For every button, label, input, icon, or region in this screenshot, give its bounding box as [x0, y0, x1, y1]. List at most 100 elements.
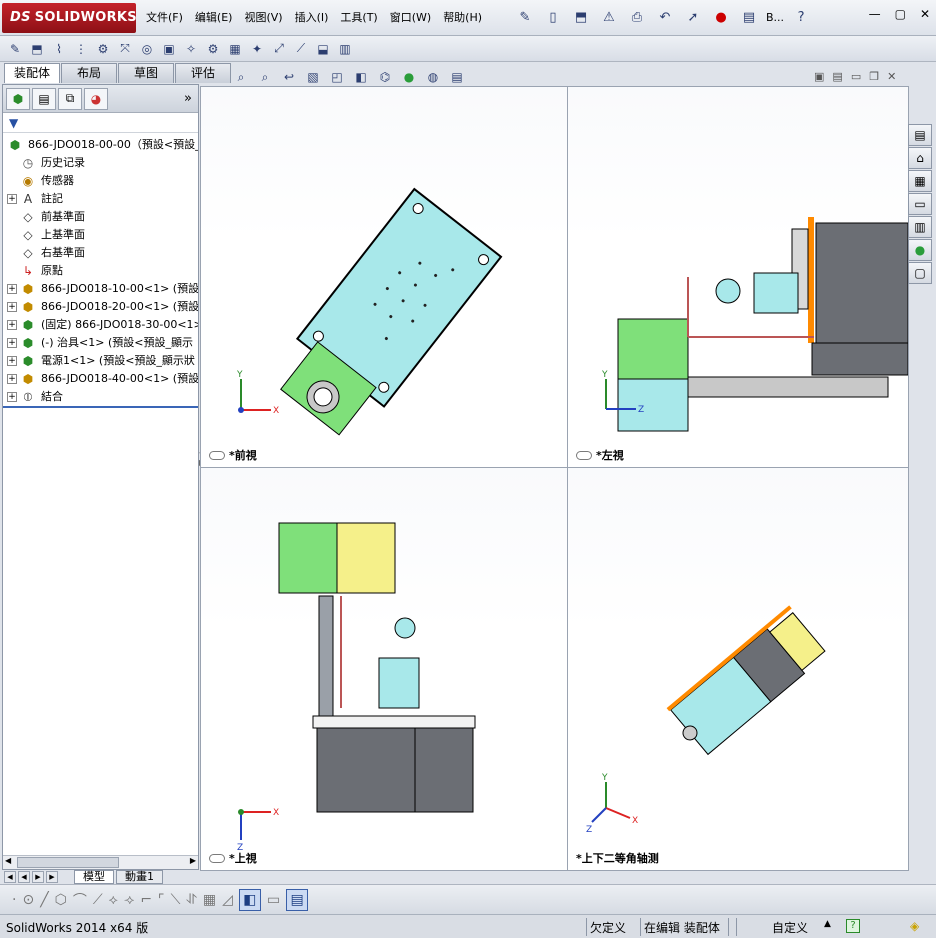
menu-view[interactable]: 视图(V): [244, 9, 282, 25]
traffic-light-icon[interactable]: ●: [710, 6, 732, 28]
zoom-to-area-icon[interactable]: ⌕: [256, 68, 274, 86]
trim-icon[interactable]: ⟡: [109, 892, 118, 908]
reference-geometry-icon[interactable]: ✧: [182, 40, 200, 58]
slot-icon[interactable]: ⌒: [73, 890, 87, 910]
window-view-icon[interactable]: ▭: [267, 892, 280, 908]
appearances-icon[interactable]: ●: [908, 239, 932, 261]
menu-insert[interactable]: 插入(I): [295, 9, 329, 25]
viewport-left[interactable]: Y Z *左視: [567, 86, 909, 468]
shaded-view-icon[interactable]: ◧: [238, 888, 261, 911]
extend-icon[interactable]: ⟢: [124, 892, 134, 908]
centerline-icon[interactable]: ⟋: [93, 892, 103, 908]
horizontal-scrollbar[interactable]: ◀ ▶: [3, 855, 198, 869]
expand-icon[interactable]: +: [7, 320, 17, 330]
menu-tools[interactable]: 工具(T): [340, 9, 377, 25]
print-icon[interactable]: ⎙: [626, 6, 648, 28]
tab-layout[interactable]: 布局: [61, 63, 117, 83]
point-icon[interactable]: ·: [12, 892, 16, 908]
last-tab-icon[interactable]: ▶: [46, 871, 58, 883]
configuration-manager-tab-icon[interactable]: ⧉: [58, 87, 82, 110]
mirror-icon[interactable]: ⥯: [186, 892, 196, 908]
vp-minimize-icon[interactable]: ▭: [851, 70, 861, 83]
pin-icon[interactable]: ✎: [514, 6, 536, 28]
help-icon[interactable]: ?: [790, 6, 812, 28]
section-view-icon[interactable]: ▧: [304, 68, 322, 86]
hide-show-items-icon[interactable]: ⌬: [376, 68, 394, 86]
tree-filter[interactable]: ▼: [3, 113, 198, 133]
undo-icon[interactable]: ↶: [654, 6, 676, 28]
filter-icon[interactable]: ▼: [9, 116, 18, 130]
menu-file[interactable]: 文件(F): [146, 9, 183, 25]
tree-node[interactable]: ◇ 前基準面: [3, 208, 198, 226]
minimize-icon[interactable]: —: [869, 7, 881, 21]
tree-node[interactable]: ⬢ 866-JDO018-00-00（預設<預設_顯: [3, 136, 198, 154]
snapshot-icon[interactable]: ▥: [336, 40, 354, 58]
scroll-right-icon[interactable]: ▶: [190, 856, 196, 865]
viewport-front[interactable]: Y X *前視: [200, 86, 568, 468]
scroll-thumb[interactable]: [17, 857, 119, 868]
display-style-icon[interactable]: ◧: [352, 68, 370, 86]
sketch-plane-icon[interactable]: ◿: [222, 892, 233, 908]
rollback-bar[interactable]: [3, 406, 198, 408]
explode-line-icon[interactable]: ⤢: [270, 40, 288, 58]
bill-of-materials-icon[interactable]: ▦: [226, 40, 244, 58]
tree-node[interactable]: ◉ 传感器: [3, 172, 198, 190]
feature-manager-tab-icon[interactable]: ⬢: [6, 87, 30, 110]
tree-node[interactable]: ◇ 右基準面: [3, 244, 198, 262]
circle-icon[interactable]: ⊙: [22, 892, 34, 908]
fillet-icon[interactable]: ⌜: [158, 892, 165, 908]
menu-edit[interactable]: 编辑(E): [195, 9, 233, 25]
show-hidden-icon[interactable]: ◎: [138, 40, 156, 58]
vp-close-icon[interactable]: ✕: [887, 70, 896, 83]
menu-window[interactable]: 窗口(W): [390, 9, 431, 25]
units-dropdown[interactable]: 自定义: [772, 919, 808, 936]
expand-icon[interactable]: +: [7, 356, 17, 366]
vp-restore-icon[interactable]: ❐: [869, 70, 879, 83]
new-document-icon[interactable]: ▯: [542, 6, 564, 28]
next-tab-icon[interactable]: ▶: [32, 871, 44, 883]
home-icon[interactable]: ⌂: [908, 147, 932, 169]
tab-sketch[interactable]: 草图: [118, 63, 174, 83]
mate-icon[interactable]: ⌇: [50, 40, 68, 58]
rebuild-icon[interactable]: ⚠: [598, 6, 620, 28]
tree-node[interactable]: + ⬢ (-) 治具<1> (預設<預設_顯示: [3, 334, 198, 352]
units-arrow-icon[interactable]: ▲: [824, 919, 831, 929]
custom-properties-icon[interactable]: ▢: [908, 262, 932, 284]
solidworks-resources-icon[interactable]: ▤: [908, 124, 932, 146]
expand-icon[interactable]: +: [7, 284, 17, 294]
tree-node[interactable]: ◷ 历史记录: [3, 154, 198, 172]
expand-icon[interactable]: +: [7, 302, 17, 312]
edit-appearance-icon[interactable]: ●: [400, 68, 418, 86]
offset-icon[interactable]: ⌐: [140, 892, 152, 908]
expand-icon[interactable]: +: [7, 194, 17, 204]
file-explorer-icon[interactable]: ▭: [908, 193, 932, 215]
options-icon[interactable]: ▤: [738, 6, 760, 28]
open-icon[interactable]: ⬒: [570, 6, 592, 28]
edit-component-icon[interactable]: ✎: [6, 40, 24, 58]
tree-node[interactable]: + A 註記: [3, 190, 198, 208]
tree-node[interactable]: + ⬢ 電源1<1> (預設<預設_顯示狀: [3, 352, 198, 370]
instant3d-icon[interactable]: ⟋: [292, 40, 310, 58]
design-library-icon[interactable]: ▦: [908, 170, 932, 192]
select-pointer-icon[interactable]: ➚: [682, 6, 704, 28]
scroll-left-icon[interactable]: ◀: [5, 856, 11, 865]
tree-node[interactable]: ◇ 上基準面: [3, 226, 198, 244]
help-status-icon[interactable]: ?: [846, 919, 860, 933]
expand-panel-icon[interactable]: »: [184, 91, 192, 106]
line-icon[interactable]: ╱: [40, 892, 48, 908]
menu-help[interactable]: 帮助(H): [443, 9, 482, 25]
tree-node[interactable]: + ⦶ 結合: [3, 388, 198, 406]
polygon-icon[interactable]: ⬡: [55, 892, 67, 908]
link-views-icon[interactable]: ▣: [814, 70, 824, 83]
view-orientation-icon[interactable]: ◰: [328, 68, 346, 86]
exploded-view-icon[interactable]: ✦: [248, 40, 266, 58]
tab-assembly[interactable]: 装配体: [4, 63, 60, 83]
tag-icon[interactable]: ◈: [910, 919, 919, 933]
display-manager-tab-icon[interactable]: ◕: [84, 87, 108, 110]
linear-pattern-icon[interactable]: ⋮: [72, 40, 90, 58]
expand-icon[interactable]: +: [7, 392, 17, 402]
tile-view-icon[interactable]: ▤: [286, 888, 309, 911]
chamfer-icon[interactable]: ⟍: [171, 892, 181, 908]
viewport-top[interactable]: X Z *上視: [200, 467, 568, 871]
close-icon[interactable]: ✕: [920, 7, 930, 21]
